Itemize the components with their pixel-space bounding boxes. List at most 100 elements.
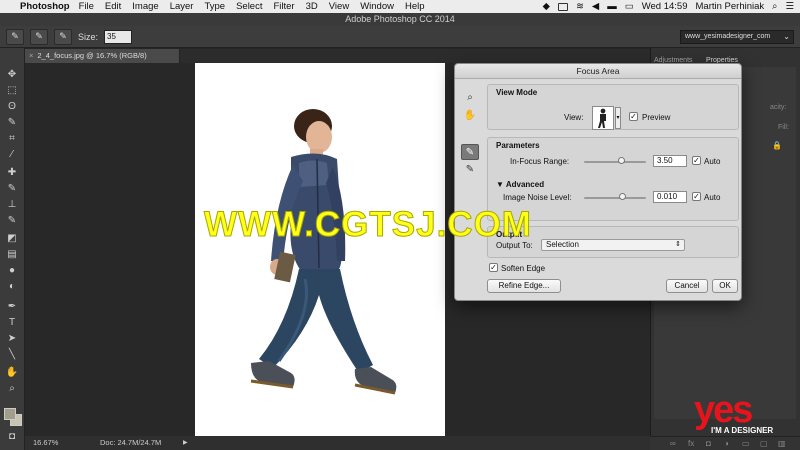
yes-logo: yes: [694, 389, 753, 431]
menu-3d[interactable]: 3D: [306, 1, 318, 12]
marquee-tool-icon[interactable]: ⬚: [4, 84, 20, 98]
gradient-tool-icon[interactable]: ▤: [4, 248, 20, 262]
brush-tool-icon[interactable]: ✎: [4, 182, 20, 196]
tools-panel: ✥ ⬚ ʘ ✎ ⌗ ⁄ ✚ ✎ ⊥ ✎ ◩ ▤ ● ◐ ✒ T ➤ ╲ ✋ ⌕ …: [0, 48, 25, 450]
range-auto-checkbox[interactable]: ✓: [692, 156, 701, 165]
menu-type[interactable]: Type: [204, 1, 225, 12]
chevron-down-icon[interactable]: ▾: [615, 107, 621, 129]
battery-icon[interactable]: ▭: [625, 1, 634, 12]
view-mode-thumbnail[interactable]: [592, 106, 614, 130]
in-focus-range-input[interactable]: 3.50: [653, 155, 687, 167]
range-auto-label: Auto: [704, 157, 721, 166]
focus-area-add-icon[interactable]: ✎: [461, 144, 479, 160]
zoom-icon[interactable]: ⌕: [461, 90, 479, 106]
line-tool-icon[interactable]: ╲: [4, 348, 20, 362]
view-label: View:: [564, 113, 584, 122]
focus-area-dialog: Focus Area ⌕ ✋ ✎ ✎ View Mode View: ▾ ✓ P…: [454, 63, 742, 301]
document-canvas[interactable]: [195, 63, 445, 438]
menu-view[interactable]: View: [329, 1, 349, 12]
document-tab[interactable]: × 2_4_focus.jpg @ 16.7% (RGB/8): [25, 49, 180, 63]
doc-size[interactable]: Doc: 24.7M/24.7M: [100, 436, 161, 450]
trash-icon[interactable]: ▥: [778, 439, 786, 448]
add-brush-icon[interactable]: ✎: [30, 28, 48, 45]
menu-file[interactable]: File: [79, 1, 94, 12]
mac-menu-bar: Photoshop File Edit Image Layer Type Sel…: [0, 0, 800, 13]
image-noise-level-slider[interactable]: [584, 197, 646, 199]
ok-button[interactable]: OK: [712, 279, 738, 293]
user-name[interactable]: Martin Perhiniak: [696, 1, 765, 12]
adjustment-icon[interactable]: ◑: [724, 439, 729, 448]
foreground-color-swatch[interactable]: [4, 408, 16, 420]
wifi-icon[interactable]: ≋: [576, 1, 584, 12]
refine-edge-button[interactable]: Refine Edge...: [487, 279, 561, 293]
yes-logo-subtitle: I'M A DESIGNER: [711, 426, 774, 435]
dropbox-icon[interactable]: ◆: [543, 1, 550, 12]
layers-footer: ∞ fx ◘ ◑ ▭ ▢ ▥: [650, 436, 800, 450]
menu-help[interactable]: Help: [405, 1, 425, 12]
subtract-brush-icon[interactable]: ✎: [54, 28, 72, 45]
soften-edge-checkbox[interactable]: ✓: [489, 263, 498, 272]
output-to-select[interactable]: Selection ⇕: [541, 239, 685, 251]
walking-boy-photo: [250, 109, 397, 395]
play-icon[interactable]: ▶: [183, 436, 188, 450]
new-layer-icon[interactable]: ▢: [760, 439, 768, 448]
menu-select[interactable]: Select: [236, 1, 262, 12]
flag-icon[interactable]: ▬: [607, 1, 617, 12]
spotlight-icon[interactable]: ⌕: [772, 1, 777, 12]
advanced-toggle[interactable]: ▼ Advanced: [496, 180, 544, 189]
history-brush-icon[interactable]: ✎: [4, 214, 20, 228]
in-focus-range-slider[interactable]: [584, 161, 646, 163]
brush-preset-icon[interactable]: ✎: [6, 28, 24, 45]
preview-checkbox[interactable]: ✓: [629, 112, 638, 121]
output-to-value: Selection: [546, 240, 579, 249]
blur-tool-icon[interactable]: ●: [4, 264, 20, 278]
dodge-tool-icon[interactable]: ◐: [4, 280, 20, 294]
in-focus-range-label: In-Focus Range:: [510, 157, 570, 166]
menu-layer[interactable]: Layer: [170, 1, 194, 12]
focus-area-subtract-icon[interactable]: ✎: [461, 162, 479, 178]
parameters-title: Parameters: [496, 141, 540, 150]
eraser-tool-icon[interactable]: ◩: [4, 232, 20, 246]
fill-label: Fill:: [778, 124, 789, 131]
link-icon[interactable]: ∞: [670, 439, 676, 448]
quick-mask-icon[interactable]: ◘: [4, 430, 20, 444]
eyedropper-tool-icon[interactable]: ⁄: [4, 148, 20, 162]
menu-image[interactable]: Image: [132, 1, 158, 12]
pen-tool-icon[interactable]: ✒: [4, 300, 20, 314]
volume-icon[interactable]: ◀: [592, 1, 599, 12]
soften-edge-label: Soften Edge: [501, 264, 546, 273]
image-noise-level-slider-knob[interactable]: [618, 193, 626, 200]
quick-select-tool-icon[interactable]: ✎: [4, 116, 20, 130]
healing-tool-icon[interactable]: ✚: [4, 166, 20, 180]
workspace-select[interactable]: www_yesimadesigner_com ⌄: [680, 30, 794, 44]
menu-edit[interactable]: Edit: [105, 1, 121, 12]
size-label: Size:: [78, 31, 99, 42]
list-icon[interactable]: ☰: [785, 1, 794, 12]
move-tool-icon[interactable]: ✥: [4, 68, 20, 82]
in-focus-range-slider-knob[interactable]: [617, 157, 625, 164]
app-menu[interactable]: Photoshop: [20, 1, 70, 12]
folder-icon[interactable]: ▭: [742, 439, 750, 448]
hand-icon[interactable]: ✋: [461, 108, 479, 124]
menu-window[interactable]: Window: [360, 1, 394, 12]
hand-tool-icon[interactable]: ✋: [4, 366, 20, 380]
clock[interactable]: Wed 14:59: [642, 1, 688, 12]
cancel-button[interactable]: Cancel: [666, 279, 708, 293]
menu-filter[interactable]: Filter: [273, 1, 294, 12]
lasso-tool-icon[interactable]: ʘ: [4, 100, 20, 114]
fx-icon[interactable]: fx: [688, 439, 694, 448]
image-noise-level-input[interactable]: 0.010: [653, 191, 687, 203]
zoom-tool-icon[interactable]: ⌕: [4, 382, 20, 396]
mask-icon[interactable]: ◘: [706, 439, 711, 448]
size-input[interactable]: 35: [104, 29, 133, 44]
stamp-tool-icon[interactable]: ⊥: [4, 198, 20, 212]
path-select-tool-icon[interactable]: ➤: [4, 332, 20, 346]
close-icon[interactable]: ×: [29, 51, 33, 60]
noise-auto-checkbox[interactable]: ✓: [692, 192, 701, 201]
tab-strip: [180, 49, 650, 63]
type-tool-icon[interactable]: T: [4, 316, 20, 330]
zoom-level[interactable]: 16.67%: [33, 436, 58, 450]
screen-icon[interactable]: [557, 2, 568, 11]
crop-tool-icon[interactable]: ⌗: [4, 132, 20, 146]
person-thumbnail-icon: [598, 108, 606, 128]
